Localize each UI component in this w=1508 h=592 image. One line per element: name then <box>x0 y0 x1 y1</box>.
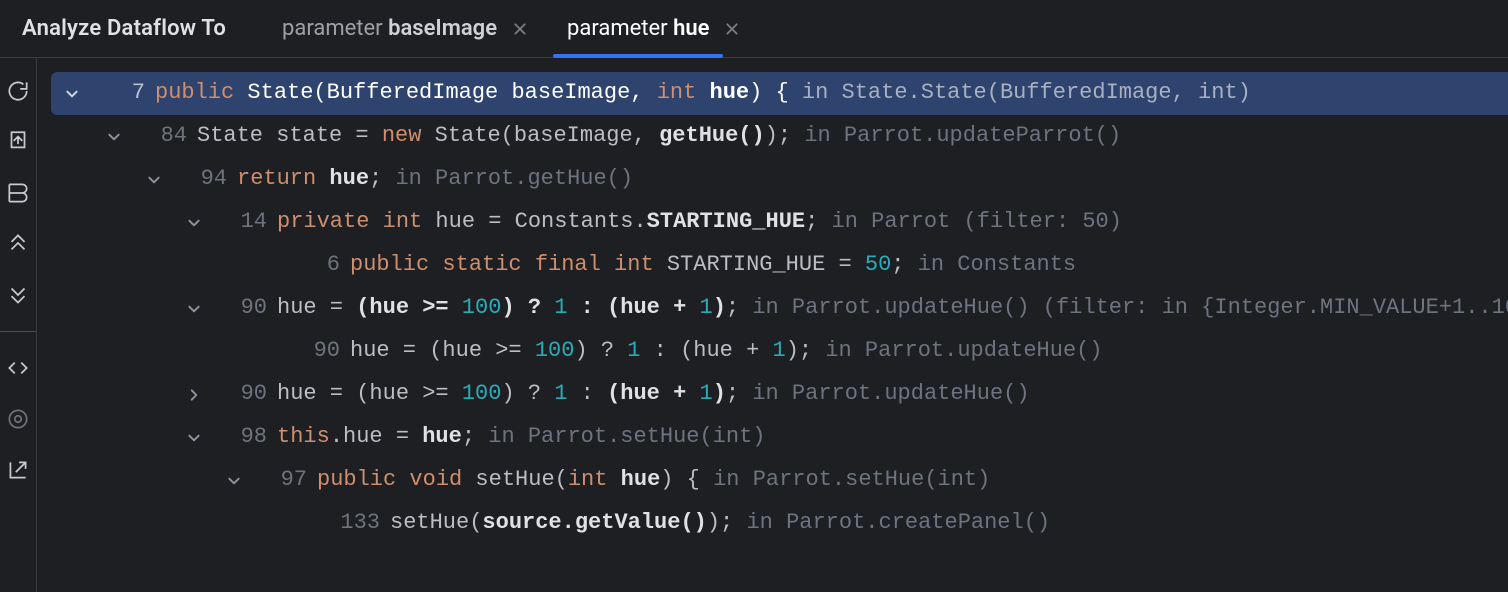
line-number: 133 <box>328 510 380 536</box>
settings-icon[interactable] <box>3 404 33 434</box>
group-module-icon[interactable] <box>3 178 33 208</box>
line-number: 90 <box>288 338 340 364</box>
chevron-down-icon[interactable] <box>61 83 83 105</box>
tree-row[interactable]: 14 private int hue = Constants.STARTING_H… <box>51 201 1508 244</box>
tab-label: parameter baseImage <box>282 16 497 41</box>
code-snippet: public void setHue(int hue) { in Parrot.… <box>317 467 990 493</box>
tree-row[interactable]: 84 State state = new State(baseImage, get… <box>51 115 1508 158</box>
line-number: 14 <box>215 209 267 235</box>
code-snippet: this.hue = hue; in Parrot.setHue(int) <box>277 424 766 450</box>
tree-row[interactable]: 90 hue = (hue >= 100) ? 1 : (hue + 1); in… <box>51 330 1508 373</box>
panel-title: Analyze Dataflow To <box>22 16 226 41</box>
tree-row[interactable]: 7 public State(BufferedImage baseImage, i… <box>51 72 1508 115</box>
code-snippet: private int hue = Constants.STARTING_HUE… <box>277 209 1122 235</box>
toolbar-separator <box>0 331 36 332</box>
code-snippet: hue = (hue >= 100) ? 1 : (hue + 1); in P… <box>277 381 1030 407</box>
panel-header: Analyze Dataflow To parameter baseImagep… <box>0 0 1508 58</box>
chevron-right-icon[interactable] <box>183 384 205 406</box>
line-number: 84 <box>135 123 187 149</box>
line-number: 90 <box>215 381 267 407</box>
chevron-down-icon[interactable] <box>103 126 125 148</box>
chevron-down-icon[interactable] <box>183 427 205 449</box>
goto-source-icon[interactable] <box>3 127 33 157</box>
tab-baseImage[interactable]: parameter baseImage <box>268 0 543 57</box>
dataflow-tree[interactable]: 7 public State(BufferedImage baseImage, i… <box>37 58 1508 592</box>
tab-label: parameter hue <box>567 16 709 41</box>
tree-row[interactable]: 90 hue = (hue >= 100) ? 1 : (hue + 1); in… <box>51 287 1508 330</box>
tree-row[interactable]: 90 hue = (hue >= 100) ? 1 : (hue + 1); in… <box>51 373 1508 416</box>
line-number: 90 <box>215 295 267 321</box>
code-snippet: public static final int STARTING_HUE = 5… <box>350 252 1076 278</box>
tree-row[interactable]: 98 this.hue = hue; in Parrot.setHue(int) <box>51 416 1508 459</box>
refresh-icon[interactable] <box>3 76 33 106</box>
code-icon[interactable] <box>3 353 33 383</box>
line-number: 6 <box>288 252 340 278</box>
tab-hue[interactable]: parameter hue <box>553 0 755 57</box>
code-snippet: hue = (hue >= 100) ? 1 : (hue + 1); in P… <box>350 338 1103 364</box>
chevron-down-icon[interactable] <box>183 298 205 320</box>
line-number: 94 <box>175 166 227 192</box>
prev-occurrence-icon[interactable] <box>3 229 33 259</box>
tree-row[interactable]: 133 setHue(source.getValue()); in Parrot.… <box>51 502 1508 545</box>
code-snippet: return hue; in Parrot.getHue() <box>237 166 633 192</box>
code-snippet: hue = (hue >= 100) ? 1 : (hue + 1); in P… <box>277 295 1508 321</box>
close-icon[interactable] <box>511 20 529 38</box>
chevron-down-icon[interactable] <box>223 470 245 492</box>
export-icon[interactable] <box>3 455 33 485</box>
next-occurrence-icon[interactable] <box>3 280 33 310</box>
close-icon[interactable] <box>723 20 741 38</box>
code-snippet: setHue(source.getValue()); in Parrot.cre… <box>390 510 1050 536</box>
dataflow-panel: Analyze Dataflow To parameter baseImagep… <box>0 0 1508 592</box>
line-number: 7 <box>93 80 145 106</box>
chevron-down-icon[interactable] <box>183 212 205 234</box>
tree-row[interactable]: 6 public static final int STARTING_HUE = … <box>51 244 1508 287</box>
tree-row[interactable]: 94 return hue; in Parrot.getHue() <box>51 158 1508 201</box>
line-number: 98 <box>215 424 267 450</box>
code-snippet: State state = new State(baseImage, getHu… <box>197 123 1121 149</box>
code-snippet: public State(BufferedImage baseImage, in… <box>155 80 1251 106</box>
tree-row[interactable]: 97 public void setHue(int hue) { in Parro… <box>51 459 1508 502</box>
toolbar <box>0 58 37 592</box>
line-number: 97 <box>255 467 307 493</box>
tabs: parameter baseImage parameter hue <box>268 0 755 57</box>
chevron-down-icon[interactable] <box>143 169 165 191</box>
